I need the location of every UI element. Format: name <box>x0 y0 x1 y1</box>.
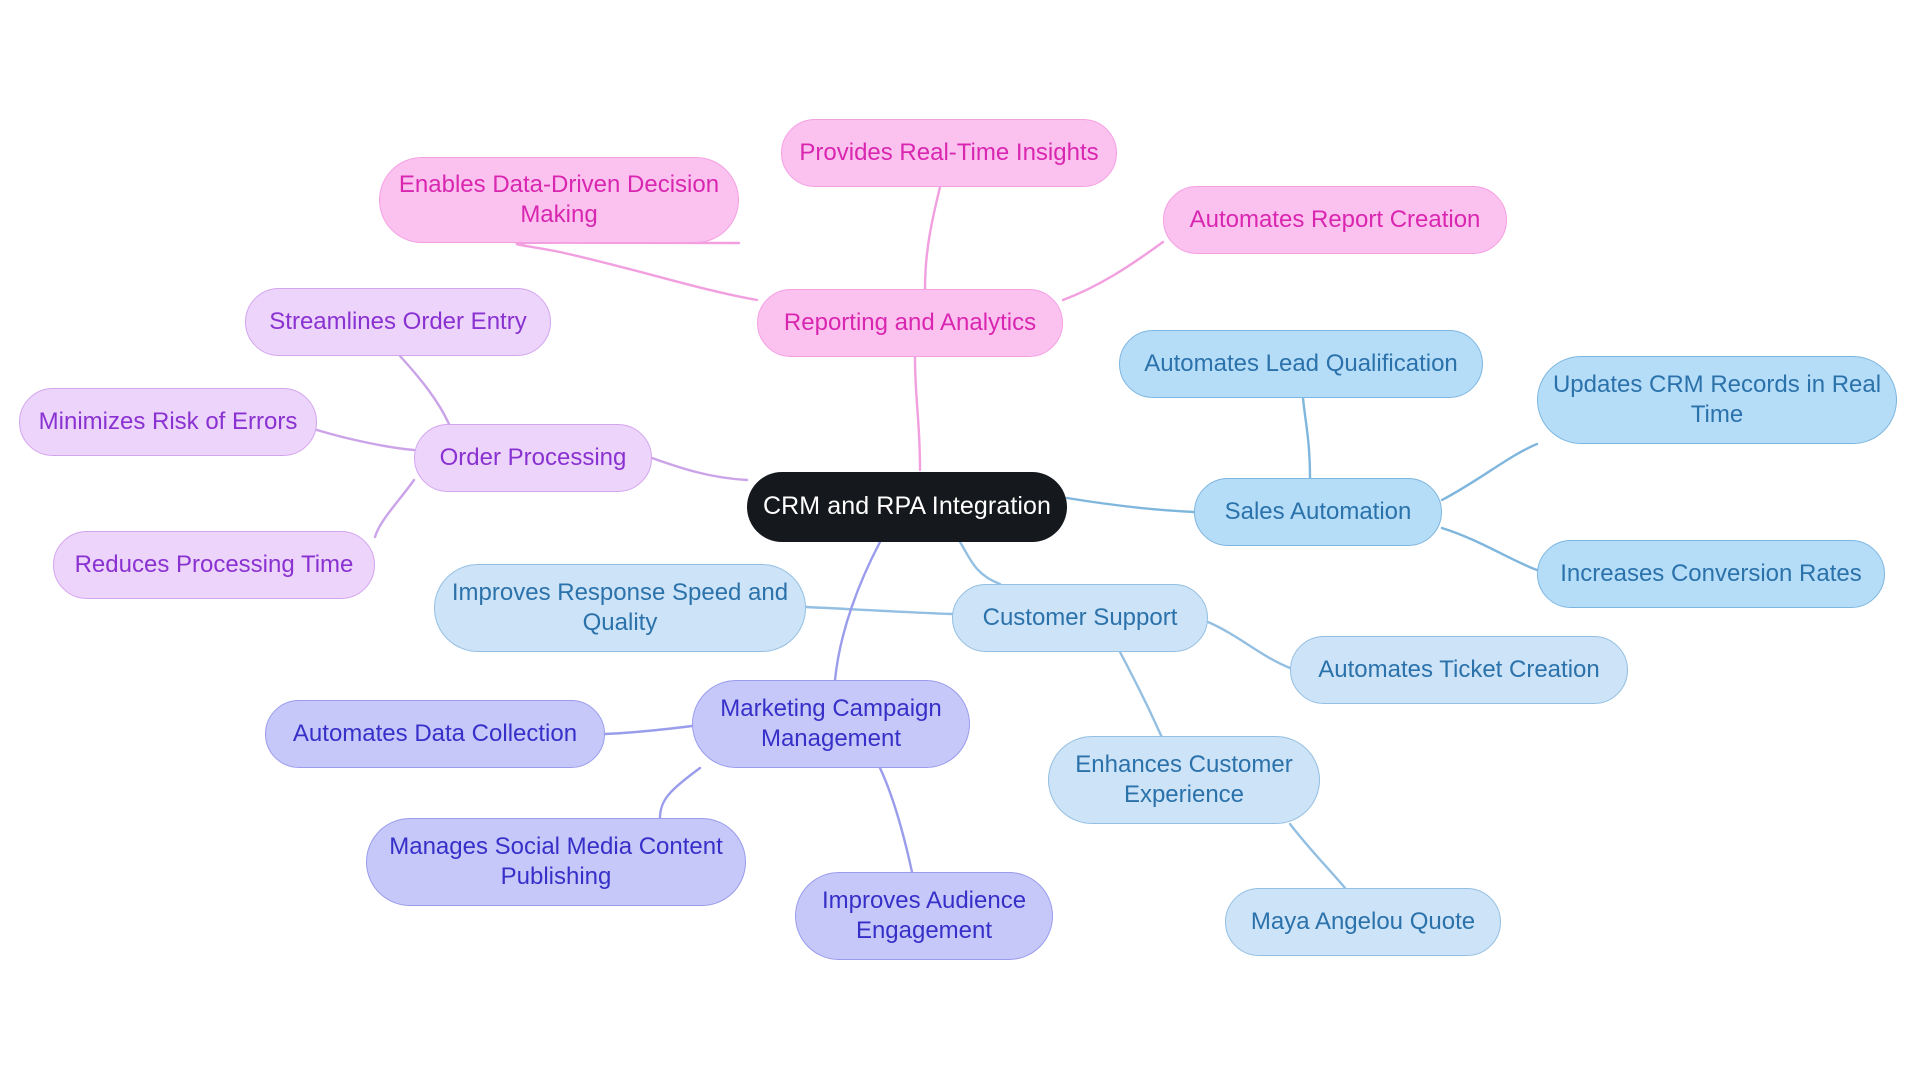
branch-node-label: Reporting and Analytics <box>783 308 1037 336</box>
branch-node-label: Customer Support <box>982 603 1178 631</box>
mindmap-node-manages-social-media-content-publishing[interactable]: Manages Social Media Content Publishing <box>366 818 746 906</box>
mindmap-node-automates-data-collection[interactable]: Automates Data Collection <box>265 700 605 768</box>
leaf-node-label: Automates Ticket Creation <box>1318 655 1600 683</box>
mindmap-edge <box>804 605 954 616</box>
mindmap-node-streamlines-order-entry[interactable]: Streamlines Order Entry <box>245 288 551 356</box>
mindmap-edge <box>958 540 1002 586</box>
leaf-node-label: Improves Audience Engagement <box>821 886 1027 944</box>
mindmap-edge <box>315 428 416 452</box>
mindmap-node-improves-audience-engagement[interactable]: Improves Audience Engagement <box>795 872 1053 960</box>
leaf-node-label: Provides Real-Time Insights <box>799 138 1099 166</box>
leaf-node-label: Automates Data Collection <box>292 719 578 747</box>
mindmap-edge <box>650 456 749 482</box>
mindmap-node-increases-conversion-rates[interactable]: Increases Conversion Rates <box>1537 540 1885 608</box>
mindmap-node-automates-ticket-creation[interactable]: Automates Ticket Creation <box>1290 636 1628 704</box>
leaf-node-label: Reduces Processing Time <box>74 550 354 578</box>
mindmap-node-provides-real-time-insights[interactable]: Provides Real-Time Insights <box>781 119 1117 187</box>
mindmap-node-enables-data-driven-decision-making[interactable]: Enables Data-Driven Decision Making <box>379 157 739 243</box>
mindmap-node-enhances-customer-experience[interactable]: Enhances Customer Experience <box>1048 736 1320 824</box>
leaf-node-label: Streamlines Order Entry <box>269 307 527 335</box>
mindmap-edge <box>1065 496 1196 514</box>
mindmap-node-updates-crm-records-in-real-time[interactable]: Updates CRM Records in Real Time <box>1537 356 1897 444</box>
leaf-node-label: Automates Report Creation <box>1189 205 1481 233</box>
leaf-node-label: Automates Lead Qualification <box>1144 349 1458 377</box>
mindmap-edge <box>658 766 702 820</box>
mindmap-node-customer-support[interactable]: Customer Support <box>952 584 1208 652</box>
mindmap-node-automates-report-creation[interactable]: Automates Report Creation <box>1163 186 1507 254</box>
root-node-label: CRM and RPA Integration <box>762 492 1052 521</box>
mindmap-node-minimizes-risk-of-errors[interactable]: Minimizes Risk of Errors <box>19 388 317 456</box>
mindmap-node-maya-angelou-quote[interactable]: Maya Angelou Quote <box>1225 888 1501 956</box>
branch-node-label: Marketing Campaign Management <box>720 694 942 752</box>
mindmap-edge <box>923 185 942 291</box>
mindmap-node-sales-automation[interactable]: Sales Automation <box>1194 478 1442 546</box>
mindmap-edge <box>1288 822 1347 890</box>
mindmap-edge <box>603 724 694 736</box>
leaf-node-label: Maya Angelou Quote <box>1250 907 1476 935</box>
mindmap-node-root[interactable]: CRM and RPA Integration <box>747 472 1067 542</box>
mindmap-edge <box>1440 526 1539 572</box>
mindmap-canvas: CRM and RPA Integration Reporting and Ana… <box>0 0 1920 1083</box>
leaf-node-label: Updates CRM Records in Real Time <box>1552 370 1882 428</box>
mindmap-edge <box>1301 396 1312 480</box>
leaf-node-label: Increases Conversion Rates <box>1560 559 1862 587</box>
branch-node-label: Order Processing <box>439 443 627 471</box>
mindmap-node-automates-lead-qualification[interactable]: Automates Lead Qualification <box>1119 330 1483 398</box>
leaf-node-label: Improves Response Speed and Quality <box>451 578 789 636</box>
leaf-node-label: Enhances Customer Experience <box>1075 750 1293 808</box>
mindmap-edge <box>1440 442 1539 502</box>
mindmap-edge <box>833 540 882 682</box>
mindmap-edge <box>1206 620 1292 670</box>
mindmap-node-reporting-and-analytics[interactable]: Reporting and Analytics <box>757 289 1063 357</box>
leaf-node-label: Enables Data-Driven Decision Making <box>398 170 720 228</box>
mindmap-edge <box>515 241 759 302</box>
mindmap-edge <box>398 354 451 426</box>
mindmap-node-reduces-processing-time[interactable]: Reduces Processing Time <box>53 531 375 599</box>
mindmap-node-marketing-campaign-management[interactable]: Marketing Campaign Management <box>692 680 970 768</box>
mindmap-node-order-processing[interactable]: Order Processing <box>414 424 652 492</box>
branch-node-label: Sales Automation <box>1224 497 1412 525</box>
mindmap-edge <box>373 478 416 539</box>
mindmap-edge <box>1061 240 1165 302</box>
mindmap-edge <box>878 766 914 874</box>
mindmap-edge <box>913 355 922 472</box>
leaf-node-label: Minimizes Risk of Errors <box>38 407 298 435</box>
leaf-node-label: Manages Social Media Content Publishing <box>389 832 723 890</box>
mindmap-node-improves-response-speed-and-quality[interactable]: Improves Response Speed and Quality <box>434 564 806 652</box>
